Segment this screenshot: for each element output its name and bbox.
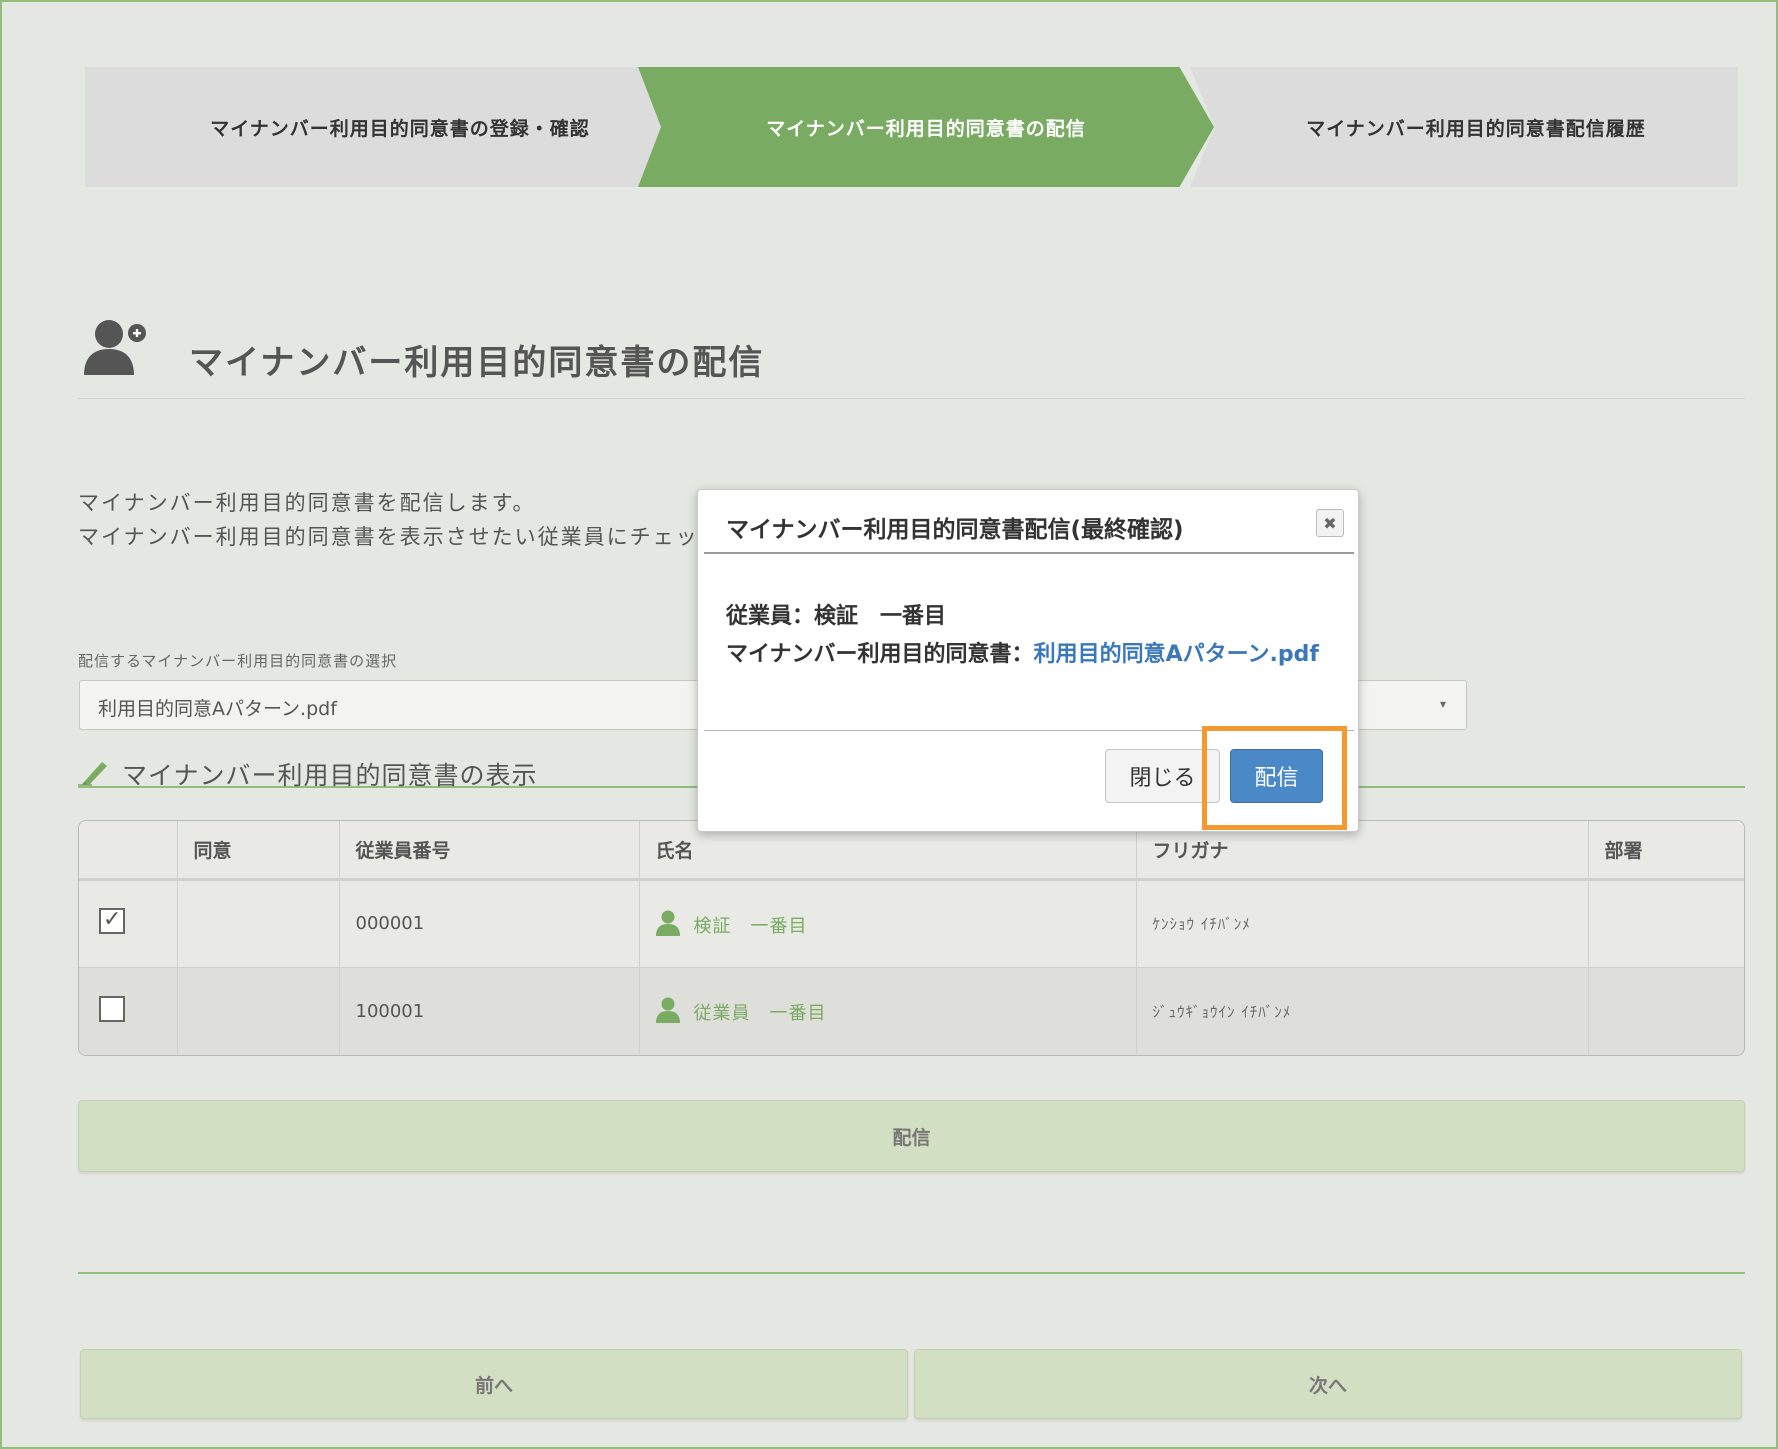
dialog-document: マイナンバー利用目的同意書：利用目的同意Aパターン.pdf (726, 642, 1319, 667)
dialog-title: マイナンバー利用目的同意書配信(最終確認) (726, 517, 1184, 543)
row-checkbox[interactable] (99, 907, 125, 934)
section-title: マイナンバー利用目的同意書の表示 (122, 761, 538, 790)
employee-no-cell: 100001 (339, 967, 640, 1055)
step-delivery-active[interactable]: マイナンバー利用目的同意書の配信 (638, 67, 1214, 187)
page-description: マイナンバー利用目的同意書を配信します。 マイナンバー利用目的同意書を表示させた… (78, 491, 699, 549)
caret-down-icon: ▾ (1439, 697, 1446, 711)
pencil-icon (78, 762, 107, 786)
dialog-body: 従業員：検証 一番目 マイナンバー利用目的同意書：利用目的同意Aパターン.pdf (726, 598, 1319, 674)
document-select-label: 配信するマイナンバー利用目的同意書の選択 (78, 652, 398, 670)
col-department: 部署 (1588, 821, 1744, 881)
highlight-box (1202, 726, 1347, 830)
table-row: 000001 検証 一番目 ｹﾝｼｮｳ ｲﾁﾊﾞﾝﾒ (79, 879, 1744, 968)
col-consent: 同意 (177, 821, 340, 881)
document-link[interactable]: 利用目的同意Aパターン.pdf (1034, 642, 1319, 667)
employee-name-link[interactable]: 検証 一番目 (639, 879, 1137, 968)
progress-stepper: マイナンバー利用目的同意書の登録・確認 マイナンバー利用目的同意書配信履歴 マイ… (85, 67, 1738, 187)
employee-table: 同意 従業員番号 氏名 フリガナ 部署 000001 検証 (78, 820, 1745, 1056)
page-header: マイナンバー利用目的同意書の配信 (78, 317, 1745, 399)
col-employee-no: 従業員番号 (339, 821, 640, 881)
furigana-cell: ｼﾞｭｳｷﾞｮｳｲﾝ ｲﾁﾊﾞﾝﾒ (1136, 967, 1589, 1055)
row-checkbox[interactable] (99, 995, 125, 1022)
employee-name-link[interactable]: 従業員 一番目 (639, 967, 1137, 1055)
step-register-confirm[interactable]: マイナンバー利用目的同意書の登録・確認 (85, 67, 715, 187)
dialog-divider (704, 552, 1354, 554)
prev-button[interactable]: 前へ (80, 1349, 908, 1419)
document-select-value: 利用目的同意Aパターン.pdf (98, 698, 337, 720)
person-icon (655, 910, 680, 936)
page-frame: マイナンバー利用目的同意書の登録・確認 マイナンバー利用目的同意書配信履歴 マイ… (0, 0, 1778, 1449)
next-button[interactable]: 次へ (914, 1349, 1742, 1419)
user-add-icon (84, 320, 146, 375)
divider (78, 1272, 1745, 1274)
consent-cell (177, 879, 340, 968)
employee-no-cell: 000001 (339, 879, 640, 968)
furigana-cell: ｹﾝｼｮｳ ｲﾁﾊﾞﾝﾒ (1136, 879, 1589, 968)
send-button[interactable]: 配信 (78, 1100, 1745, 1172)
consent-cell (177, 967, 340, 1055)
department-cell (1588, 967, 1744, 1055)
close-icon[interactable]: ✖ (1316, 509, 1344, 537)
table-row: 100001 従業員 一番目 ｼﾞｭｳｷﾞｮｳｲﾝ ｲﾁﾊﾞﾝﾒ (79, 967, 1744, 1055)
department-cell (1588, 879, 1744, 968)
page-title: マイナンバー利用目的同意書の配信 (189, 343, 765, 383)
dialog-employee: 従業員：検証 一番目 (726, 604, 947, 629)
col-select (79, 821, 178, 881)
person-icon (655, 997, 680, 1023)
step-delivery-history[interactable]: マイナンバー利用目的同意書配信履歴 (1190, 67, 1738, 187)
